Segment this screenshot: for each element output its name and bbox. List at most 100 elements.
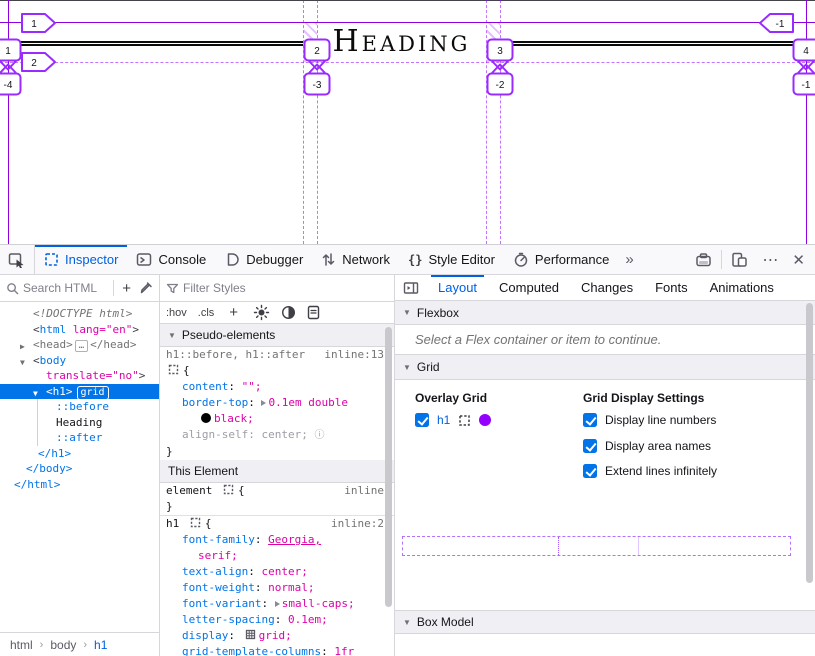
grid-col-badge-3: 3 -2 — [486, 38, 514, 96]
tab-fonts[interactable]: Fonts — [644, 275, 699, 300]
setting-extend-lines-infinitely[interactable]: Extend lines infinitely — [583, 464, 717, 478]
expand-value-icon[interactable] — [261, 400, 266, 406]
tab-console[interactable]: Console — [127, 245, 215, 274]
rules-scrollbar[interactable] — [385, 327, 392, 607]
tab-inspector[interactable]: Inspector — [35, 245, 127, 274]
search-icon — [6, 282, 19, 295]
layout-scrollbar[interactable] — [806, 303, 813, 583]
grid-item-label[interactable]: h1 — [437, 413, 450, 427]
grid-section-body: Overlay Grid h1 Grid Display Settings Di… — [395, 380, 815, 610]
grid-section-header[interactable]: ▼ Grid — [395, 355, 815, 380]
tab-performance[interactable]: Performance — [504, 245, 618, 274]
tree-row-doctype[interactable]: <!DOCTYPE html> — [0, 306, 159, 322]
breadcrumb-html[interactable]: html — [10, 638, 33, 652]
inline-ellipsis-badge[interactable]: … — [75, 340, 88, 352]
grid-toggle-icon[interactable] — [245, 629, 256, 640]
rule-source-link[interactable]: inline — [344, 483, 384, 499]
search-html-input[interactable] — [23, 281, 109, 295]
pseudo-elements-header[interactable]: ▼ Pseudo-elements — [160, 324, 394, 347]
setting-display-area-names[interactable]: Display area names — [583, 439, 711, 453]
tree-row-text-node[interactable]: Heading — [38, 415, 159, 431]
dark-theme-icon[interactable] — [281, 305, 296, 320]
property-font-family-wrap[interactable]: serif; — [160, 548, 394, 564]
checkbox-checked[interactable] — [583, 464, 597, 478]
tree-row-h1-close[interactable]: </h1> — [0, 446, 159, 462]
highlight-selector-icon[interactable] — [168, 364, 179, 375]
print-media-icon[interactable] — [307, 305, 320, 320]
font-link[interactable]: Georgia, — [268, 533, 321, 546]
eyedropper-icon[interactable] — [139, 281, 153, 295]
tab-changes[interactable]: Changes — [570, 275, 644, 300]
tab-animations[interactable]: Animations — [699, 275, 785, 300]
node-picker-button[interactable] — [0, 245, 35, 274]
property-align-self[interactable]: align-self: center; ⓘ — [160, 427, 394, 444]
highlight-selector-icon[interactable] — [190, 517, 201, 528]
property-font-family[interactable]: font-family: Georgia, — [160, 532, 394, 548]
property-content[interactable]: content: ""; — [160, 379, 394, 395]
color-swatch-black[interactable] — [201, 413, 211, 423]
close-devtools-button[interactable]: ✕ — [785, 245, 815, 274]
grid-display-settings-title: Grid Display Settings — [583, 391, 704, 405]
property-font-weight[interactable]: font-weight: normal; — [160, 580, 394, 596]
rule-source-link[interactable]: inline:13 — [324, 347, 384, 363]
breadcrumb-body[interactable]: body — [50, 638, 76, 652]
rule-source-link[interactable]: inline:2 — [331, 516, 384, 532]
sidebar-toggle-button[interactable] — [395, 281, 427, 295]
svg-text:2: 2 — [31, 58, 37, 69]
rule-element-inline: element { inline } — [160, 483, 394, 515]
tab-style-editor[interactable]: {} Style Editor — [399, 245, 504, 274]
light-theme-icon[interactable] — [253, 304, 270, 321]
devtools-menu-button[interactable]: ⋯ — [755, 245, 785, 274]
tree-row-body-close[interactable]: </body> — [0, 461, 159, 477]
property-display[interactable]: display: grid; — [160, 628, 394, 644]
grid-settings-icon[interactable] — [458, 414, 471, 427]
expand-value-icon[interactable] — [275, 601, 280, 607]
class-toggle[interactable]: .cls — [198, 307, 215, 319]
tree-row-h1-selected[interactable]: ▼ <h1>grid — [0, 384, 159, 400]
grid-badge[interactable]: grid — [77, 386, 109, 400]
filter-icon — [166, 282, 179, 295]
setting-display-line-numbers[interactable]: Display line numbers — [583, 413, 716, 427]
rule-selector-line[interactable]: h1::before, h1::after inline:13 — [160, 347, 394, 363]
property-letter-spacing[interactable]: letter-spacing: 0.1em; — [160, 612, 394, 628]
tree-row-body-open[interactable]: ▼ <body — [0, 353, 159, 369]
property-text-align[interactable]: text-align: center; — [160, 564, 394, 580]
property-border-top[interactable]: border-top: 0.1em double — [160, 395, 394, 411]
filter-styles-input[interactable] — [183, 281, 388, 295]
checkbox-checked[interactable] — [583, 413, 597, 427]
pseudo-before-border — [9, 41, 303, 46]
tree-row-pseudo-before[interactable]: ::before — [38, 399, 159, 415]
screenshot-button[interactable] — [688, 245, 719, 274]
tab-layout[interactable]: Layout — [427, 275, 488, 300]
tree-row-pseudo-after[interactable]: ::after — [38, 430, 159, 446]
checkbox-checked[interactable] — [583, 439, 597, 453]
add-rule-button[interactable]: + — [225, 304, 242, 321]
tab-debugger[interactable]: Debugger — [215, 245, 312, 274]
tree-row-html-close[interactable]: </html> — [0, 477, 159, 493]
flexbox-section-header[interactable]: ▼ Flexbox — [395, 301, 815, 325]
rule-selector-line[interactable]: h1 { inline:2 — [160, 516, 394, 532]
grid-color-swatch[interactable] — [479, 414, 491, 426]
property-grid-template-columns[interactable]: grid-template-columns: 1fr — [160, 644, 394, 656]
responsive-design-mode-button[interactable] — [724, 245, 755, 274]
add-node-button[interactable]: + — [118, 280, 135, 297]
rule-selector-line[interactable]: element { inline — [160, 483, 394, 499]
property-font-variant[interactable]: font-variant: small-caps; — [160, 596, 394, 612]
tab-network[interactable]: Network — [312, 245, 399, 274]
overlay-grid-checkbox[interactable] — [415, 413, 429, 427]
grid-outline-preview[interactable] — [402, 536, 791, 556]
pseudo-class-toggle[interactable]: :hov — [166, 307, 187, 319]
svg-text:1: 1 — [5, 46, 11, 57]
highlight-selector-icon[interactable] — [223, 484, 234, 495]
property-border-top-wrap[interactable]: black; — [160, 411, 394, 427]
inactive-info-icon[interactable]: ⓘ — [314, 430, 324, 441]
box-model-section-header[interactable]: ▼ Box Model — [395, 610, 815, 634]
tab-computed[interactable]: Computed — [488, 275, 570, 300]
devtools-panel: Inspector Console Debugger Network {} St… — [0, 244, 815, 656]
breadcrumb-h1[interactable]: h1 — [94, 638, 107, 652]
search-separator — [113, 280, 114, 296]
tree-row-html-open[interactable]: <html lang="en"> — [0, 322, 159, 338]
more-tabs-button[interactable]: » — [618, 245, 638, 274]
tree-row-head[interactable]: ▶ <head>…</head> — [0, 337, 159, 353]
tree-row-body-attr[interactable]: translate="no"> — [0, 368, 159, 384]
